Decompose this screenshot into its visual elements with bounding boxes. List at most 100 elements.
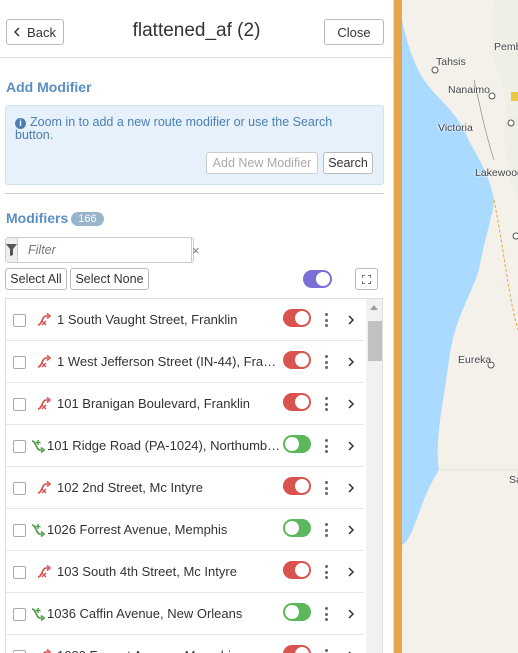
modifier-toggle[interactable] bbox=[283, 393, 311, 411]
more-options-icon[interactable] bbox=[319, 480, 333, 496]
route-remove-icon bbox=[36, 480, 52, 496]
modifier-label: 1 West Jefferson Street (IN-44), Frankli… bbox=[57, 354, 282, 369]
more-options-icon[interactable] bbox=[319, 354, 333, 370]
map-marker bbox=[512, 232, 518, 240]
toggle-knob bbox=[295, 311, 309, 325]
modifier-label: 1036 Caffin Avenue, New Orleans bbox=[47, 606, 243, 621]
more-options-icon[interactable] bbox=[319, 564, 333, 580]
modifier-toggle[interactable] bbox=[283, 435, 311, 453]
route-remove-icon bbox=[36, 396, 52, 412]
search-button[interactable]: Search bbox=[323, 152, 373, 174]
toggle-knob bbox=[285, 437, 299, 451]
route-add-icon bbox=[30, 606, 46, 622]
add-modifier-heading: Add Modifier bbox=[6, 79, 92, 95]
chevron-right-icon[interactable] bbox=[344, 438, 358, 454]
modifier-label: 102 2nd Street, Mc Intyre bbox=[57, 480, 203, 495]
info-box: i Zoom in to add a new route modifier or … bbox=[5, 105, 384, 185]
modifier-row[interactable]: 1080 Forrest Avenue, Memphis bbox=[6, 635, 364, 653]
modifier-toggle[interactable] bbox=[283, 561, 311, 579]
chevron-right-icon[interactable] bbox=[344, 606, 358, 622]
modifier-row[interactable]: 103 South 4th Street, Mc Intyre bbox=[6, 551, 364, 593]
map-label: Eureka bbox=[458, 354, 492, 366]
modifier-toggle[interactable] bbox=[283, 645, 311, 653]
modifier-toggle[interactable] bbox=[283, 351, 311, 369]
more-options-icon[interactable] bbox=[319, 396, 333, 412]
scroll-thumb[interactable] bbox=[368, 321, 382, 361]
filter-icon bbox=[6, 238, 18, 262]
modifier-toggle[interactable] bbox=[283, 519, 311, 537]
more-options-icon[interactable] bbox=[319, 606, 333, 622]
row-checkbox[interactable] bbox=[13, 482, 26, 495]
more-options-icon[interactable] bbox=[319, 648, 333, 653]
modifier-label: 101 Branigan Boulevard, Franklin bbox=[57, 396, 250, 411]
modifier-row[interactable]: 1 West Jefferson Street (IN-44), Frankli… bbox=[6, 341, 364, 383]
row-checkbox[interactable] bbox=[13, 356, 26, 369]
expand-button[interactable] bbox=[355, 268, 378, 290]
row-checkbox[interactable] bbox=[13, 440, 26, 453]
map-land bbox=[402, 0, 518, 653]
toggle-knob bbox=[295, 563, 309, 577]
modifier-toggle[interactable] bbox=[283, 309, 311, 327]
expand-icon bbox=[362, 274, 371, 284]
row-checkbox[interactable] bbox=[13, 398, 26, 411]
modifier-label: 1080 Forrest Avenue, Memphis bbox=[57, 648, 282, 653]
toggle-knob bbox=[285, 521, 299, 535]
master-toggle[interactable] bbox=[303, 270, 332, 288]
modifier-row[interactable]: 102 2nd Street, Mc Intyre bbox=[6, 467, 364, 509]
close-button[interactable]: Close bbox=[324, 19, 384, 45]
modifier-toggle[interactable] bbox=[283, 603, 311, 621]
chevron-right-icon[interactable] bbox=[344, 312, 358, 328]
map-label: Lakewood bbox=[475, 167, 518, 179]
modifier-row[interactable]: 1036 Caffin Avenue, New Orleans bbox=[6, 593, 364, 635]
modifier-label: 101 Ridge Road (PA-1024), Northumberland bbox=[47, 438, 282, 453]
chevron-right-icon[interactable] bbox=[344, 564, 358, 580]
modifiers-heading: Modifiers 166 bbox=[6, 210, 104, 226]
scroll-up-arrow[interactable] bbox=[370, 305, 378, 310]
select-none-button[interactable]: Select None bbox=[70, 268, 149, 290]
route-remove-icon bbox=[36, 648, 52, 653]
map-marker bbox=[507, 119, 515, 127]
more-options-icon[interactable] bbox=[319, 312, 333, 328]
toggle-knob bbox=[316, 272, 330, 286]
modifier-label: 1026 Forrest Avenue, Memphis bbox=[47, 522, 228, 537]
clear-filter-button[interactable]: × bbox=[191, 238, 200, 262]
filter-input[interactable] bbox=[18, 238, 191, 262]
more-options-icon[interactable] bbox=[319, 522, 333, 538]
chevron-right-icon[interactable] bbox=[344, 648, 358, 653]
info-text: Zoom in to add a new route modifier or u… bbox=[15, 115, 333, 142]
more-options-icon[interactable] bbox=[319, 438, 333, 454]
row-checkbox[interactable] bbox=[13, 608, 26, 621]
info-message: i Zoom in to add a new route modifier or … bbox=[15, 116, 365, 142]
modifier-row[interactable]: 101 Branigan Boulevard, Franklin bbox=[6, 383, 364, 425]
map-selection-border bbox=[394, 0, 402, 653]
modifier-count-badge: 166 bbox=[71, 212, 104, 226]
chevron-right-icon[interactable] bbox=[344, 480, 358, 496]
modifier-panel: Back flattened_af (2) Close Add Modifier… bbox=[0, 0, 394, 653]
map-label: Nanaimo bbox=[448, 84, 491, 96]
modifier-row[interactable]: 1026 Forrest Avenue, Memphis bbox=[6, 509, 364, 551]
scrollbar[interactable] bbox=[366, 299, 382, 653]
chevron-right-icon[interactable] bbox=[344, 354, 358, 370]
add-new-modifier-button[interactable]: Add New Modifier bbox=[206, 152, 318, 174]
chevron-right-icon[interactable] bbox=[344, 522, 358, 538]
row-checkbox[interactable] bbox=[13, 524, 26, 537]
map-label: Tahsis bbox=[436, 56, 466, 68]
chevron-right-icon[interactable] bbox=[344, 396, 358, 412]
row-checkbox[interactable] bbox=[13, 566, 26, 579]
modifier-row[interactable]: 1 South Vaught Street, Franklin bbox=[6, 299, 364, 341]
modifier-list: 1080 Forrest Avenue, Memphis 1036 Caffin … bbox=[5, 298, 383, 653]
select-all-button[interactable]: Select All bbox=[5, 268, 67, 290]
section-divider bbox=[5, 193, 384, 194]
toggle-knob bbox=[295, 395, 309, 409]
row-checkbox[interactable] bbox=[13, 314, 26, 327]
modifier-label: 103 South 4th Street, Mc Intyre bbox=[57, 564, 237, 579]
route-add-icon bbox=[30, 438, 46, 454]
map-view[interactable]: Tahsis Pemb Nanaimo Victoria Lakewood Eu… bbox=[394, 0, 518, 653]
route-remove-icon bbox=[36, 312, 52, 328]
route-remove-icon bbox=[36, 564, 52, 580]
filter-group: × bbox=[5, 237, 200, 263]
map-label: Sa bbox=[509, 474, 518, 486]
modifier-toggle[interactable] bbox=[283, 477, 311, 495]
modifier-row[interactable]: 101 Ridge Road (PA-1024), Northumberland bbox=[6, 425, 364, 467]
map-label: Pemb bbox=[494, 41, 518, 53]
